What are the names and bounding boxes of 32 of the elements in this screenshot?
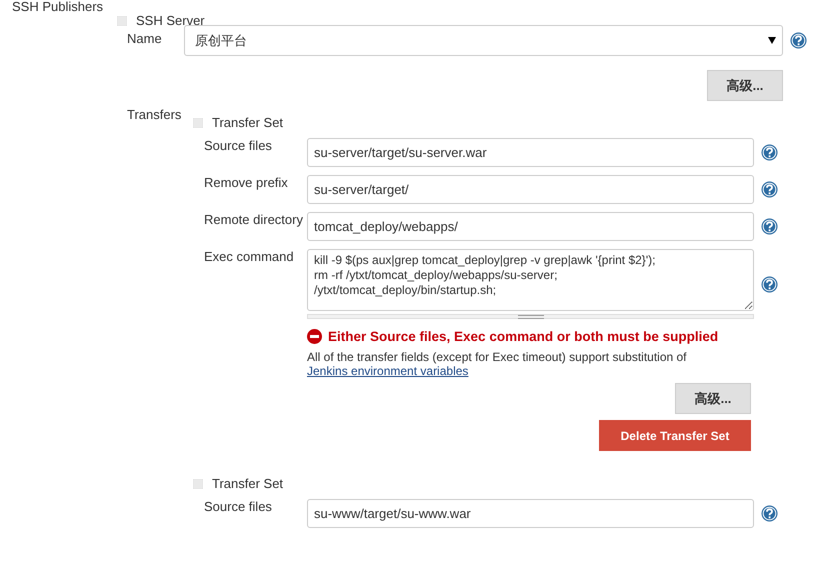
error-message: Either Source files, Exec command or both must be supplied bbox=[328, 329, 718, 344]
help-icon[interactable] bbox=[761, 505, 778, 522]
delete-button[interactable]: Delete Transfer Set bbox=[599, 420, 751, 451]
section-title: Transfer Set bbox=[212, 477, 284, 491]
textarea-field[interactable]: kill -9 $(ps aux|grep tomcat_deploy|grep -v grep|awk '{print $2}'); rm -rf /ytxt/tomcat_deploy/webapps/su-server; /ytxt/tomcat_deploy/bin/startup.sh; bbox=[307, 249, 754, 311]
help-icon[interactable] bbox=[790, 32, 807, 49]
field-label: Name bbox=[126, 30, 163, 46]
section-label: SSH Publishers bbox=[11, 0, 104, 16]
field-label: Source files bbox=[203, 138, 273, 153]
error-icon bbox=[307, 329, 322, 344]
section-label: Transfers bbox=[126, 108, 182, 124]
field-label: Exec command bbox=[203, 249, 295, 264]
help-icon[interactable] bbox=[761, 276, 778, 292]
dropdown-caret-icon bbox=[768, 37, 776, 44]
section-title: SSH Server bbox=[136, 14, 205, 28]
help-icon[interactable] bbox=[761, 181, 778, 198]
resize-bar[interactable] bbox=[307, 314, 754, 319]
advanced-button[interactable]: 高级... bbox=[675, 383, 751, 414]
link[interactable]: Jenkins environment variables bbox=[307, 364, 468, 378]
name-dropdown[interactable]: 原创平台 bbox=[184, 25, 783, 56]
help-icon[interactable] bbox=[761, 218, 778, 235]
field-label: Source files bbox=[203, 499, 273, 514]
field-label: Remove prefix bbox=[203, 175, 289, 190]
input-field[interactable]: su-server/target/su-server.war bbox=[307, 138, 754, 167]
input-field[interactable]: tomcat_deploy/webapps/ bbox=[307, 212, 754, 241]
help-icon[interactable] bbox=[761, 144, 778, 161]
field-label: Remote directory bbox=[203, 212, 304, 227]
section-title: Transfer Set bbox=[212, 116, 284, 130]
help-text: All of the transfer fields (except for Exec timeout) support substitution of Jenkins environment variables bbox=[307, 350, 688, 378]
advanced-button[interactable]: 高级... bbox=[707, 70, 783, 101]
input-field[interactable]: su-server/target/ bbox=[307, 175, 754, 204]
input-field[interactable]: su-www/target/su-www.war bbox=[307, 499, 754, 528]
